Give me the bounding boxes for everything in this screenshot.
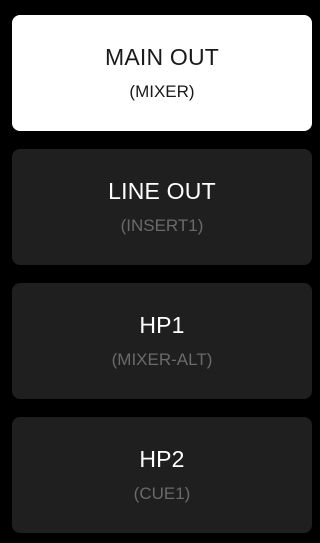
hp1-source: (MIXER-ALT) bbox=[111, 350, 213, 369]
main-out-label: MAIN OUT bbox=[104, 44, 220, 70]
line-out-source: (INSERT1) bbox=[120, 216, 204, 235]
hp1-label: HP1 bbox=[139, 312, 185, 338]
hp2-label: HP2 bbox=[139, 446, 185, 472]
line-out-button[interactable]: LINE OUT (INSERT1) bbox=[12, 149, 312, 265]
output-selector-panel: MAIN OUT (MIXER) LINE OUT (INSERT1) HP1 … bbox=[0, 0, 320, 543]
line-out-label: LINE OUT bbox=[108, 178, 216, 204]
main-out-source: (MIXER) bbox=[129, 82, 195, 101]
hp1-button[interactable]: HP1 (MIXER-ALT) bbox=[12, 283, 312, 399]
hp2-source: (CUE1) bbox=[133, 484, 191, 503]
main-out-button[interactable]: MAIN OUT (MIXER) bbox=[12, 15, 312, 131]
hp2-button[interactable]: HP2 (CUE1) bbox=[12, 417, 312, 533]
